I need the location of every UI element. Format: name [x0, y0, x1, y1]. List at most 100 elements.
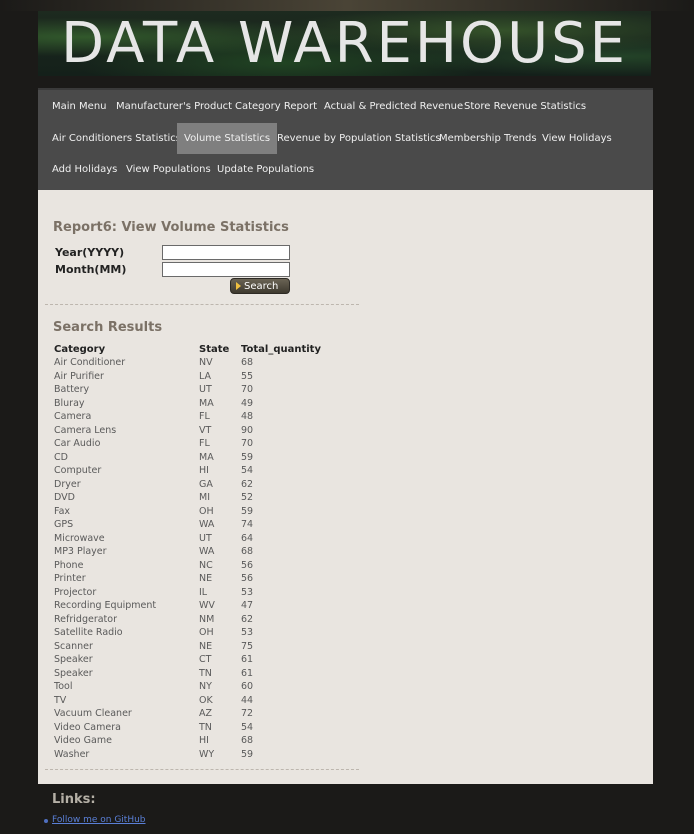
- cell-total-quantity: 47: [241, 600, 254, 611]
- links-title: Links:: [52, 792, 96, 807]
- cell-state: OH: [199, 505, 214, 517]
- table-row: MP3 Player WA 68: [38, 545, 358, 559]
- nav-volume-statistics[interactable]: Volume Statistics: [177, 123, 278, 154]
- year-label: Year(YYYY): [55, 246, 125, 259]
- cell-total-quantity: 68: [241, 546, 254, 557]
- cell-category: Fax: [54, 505, 71, 517]
- nav-store-revenue-statistics[interactable]: Store Revenue Statistics: [457, 91, 593, 122]
- table-row: Bluray MA 49: [38, 397, 358, 411]
- cell-total-quantity: 53: [241, 586, 254, 598]
- cell-category: Vacuum Cleaner: [54, 708, 132, 719]
- cell-total-quantity: 90: [241, 424, 254, 436]
- table-row: Refridgerator NM 62: [38, 613, 358, 627]
- cell-total-quantity: 64: [241, 532, 254, 544]
- table-row: Camera Lens VT 90: [38, 424, 358, 438]
- cell-state: MA: [199, 451, 214, 463]
- cell-state: LA: [199, 370, 212, 382]
- cell-total-quantity: 48: [241, 411, 254, 422]
- cell-total-quantity: 59: [241, 748, 254, 760]
- cell-category: Air Conditioner: [54, 357, 126, 368]
- cell-total-quantity: 72: [241, 708, 254, 719]
- nav-add-holidays[interactable]: Add Holidays: [45, 154, 124, 185]
- bullet-icon: [44, 819, 48, 823]
- cell-category: CD: [54, 451, 68, 463]
- cell-state: WY: [199, 748, 215, 760]
- month-input[interactable]: [162, 262, 290, 277]
- cell-category: Video Camera: [54, 721, 121, 733]
- table-row: Fax OH 59: [38, 505, 358, 519]
- divider: [45, 769, 359, 770]
- cell-state: WA: [199, 519, 215, 530]
- cell-state: NC: [199, 559, 213, 571]
- cell-state: MA: [199, 397, 214, 409]
- table-row: Scanner NE 75: [38, 640, 358, 654]
- top-strip: [0, 0, 694, 11]
- nav-membership-trends[interactable]: Membership Trends: [432, 123, 544, 154]
- nav-revenue-by-population-statistics[interactable]: Revenue by Population Statistics: [270, 123, 448, 154]
- nav-category-report[interactable]: Category Report: [228, 91, 324, 122]
- cell-category: DVD: [54, 492, 75, 503]
- cell-category: Bluray: [54, 397, 85, 409]
- banner-title: DATA WAREHOUSE: [60, 11, 629, 76]
- table-row: Camera FL 48: [38, 410, 358, 424]
- cell-state: TN: [199, 721, 212, 733]
- cell-category: GPS: [54, 519, 74, 530]
- table-row: Air Conditioner NV 68: [38, 356, 358, 370]
- table-row: Printer NE 56: [38, 572, 358, 586]
- nav-actual-predicted-revenue[interactable]: Actual & Predicted Revenue: [317, 91, 470, 122]
- table-row: Vacuum Cleaner AZ 72: [38, 707, 358, 721]
- cell-category: Refridgerator: [54, 613, 117, 625]
- table-row: Car Audio FL 70: [38, 437, 358, 451]
- github-link[interactable]: Follow me on GitHub: [52, 815, 146, 825]
- table-row: Tool NY 60: [38, 680, 358, 694]
- cell-total-quantity: 56: [241, 559, 254, 571]
- cell-category: Camera: [54, 411, 92, 422]
- cell-category: Dryer: [54, 478, 81, 490]
- nav-update-populations[interactable]: Update Populations: [210, 154, 321, 185]
- cell-total-quantity: 53: [241, 627, 254, 638]
- year-input[interactable]: [162, 245, 290, 260]
- cell-state: FL: [199, 411, 210, 422]
- cell-category: MP3 Player: [54, 546, 107, 557]
- cell-category: Car Audio: [54, 438, 101, 449]
- cell-state: OK: [199, 694, 213, 706]
- nav-manufacturers-product[interactable]: Manufacturer's Product: [109, 91, 239, 122]
- search-button[interactable]: Search: [230, 278, 290, 294]
- cell-category: TV: [54, 694, 67, 706]
- nav-main-menu[interactable]: Main Menu: [45, 91, 114, 122]
- table-row: Air Purifier LA 55: [38, 370, 358, 384]
- cell-total-quantity: 70: [241, 438, 254, 449]
- table-row: Computer HI 54: [38, 464, 358, 478]
- cell-category: Tool: [54, 681, 73, 692]
- nav-air-conditioners-statistics[interactable]: Air Conditioners Statistics: [45, 123, 188, 154]
- site-banner: DATA WAREHOUSE: [38, 11, 651, 76]
- nav-view-holidays[interactable]: View Holidays: [535, 123, 619, 154]
- nav-view-populations[interactable]: View Populations: [119, 154, 218, 185]
- cell-total-quantity: 54: [241, 721, 254, 733]
- table-row: Video Game HI 68: [38, 734, 358, 748]
- cell-total-quantity: 52: [241, 492, 254, 503]
- results-title: Search Results: [53, 320, 163, 335]
- header-total-quantity: Total_quantity: [241, 344, 321, 355]
- cell-category: Speaker: [54, 667, 93, 679]
- cell-state: NM: [199, 613, 215, 625]
- cell-category: Microwave: [54, 532, 105, 544]
- search-button-label: Search: [244, 281, 279, 292]
- table-row: Recording Equipment WV 47: [38, 599, 358, 613]
- cell-total-quantity: 68: [241, 735, 254, 746]
- cell-category: Battery: [54, 384, 90, 395]
- cell-total-quantity: 49: [241, 397, 254, 409]
- cell-total-quantity: 54: [241, 465, 254, 476]
- cell-total-quantity: 44: [241, 694, 254, 706]
- table-row: TV OK 44: [38, 694, 358, 708]
- main-nav: Main Menu Manufacturer's Product Categor…: [38, 88, 653, 192]
- table-row: DVD MI 52: [38, 491, 358, 505]
- table-row: Speaker CT 61: [38, 653, 358, 667]
- cell-state: NV: [199, 357, 213, 368]
- cell-total-quantity: 75: [241, 640, 254, 652]
- cell-category: Speaker: [54, 654, 93, 665]
- table-row: Satellite Radio OH 53: [38, 626, 358, 640]
- cell-state: UT: [199, 532, 212, 544]
- cell-total-quantity: 55: [241, 370, 254, 382]
- table-row: Dryer GA 62: [38, 478, 358, 492]
